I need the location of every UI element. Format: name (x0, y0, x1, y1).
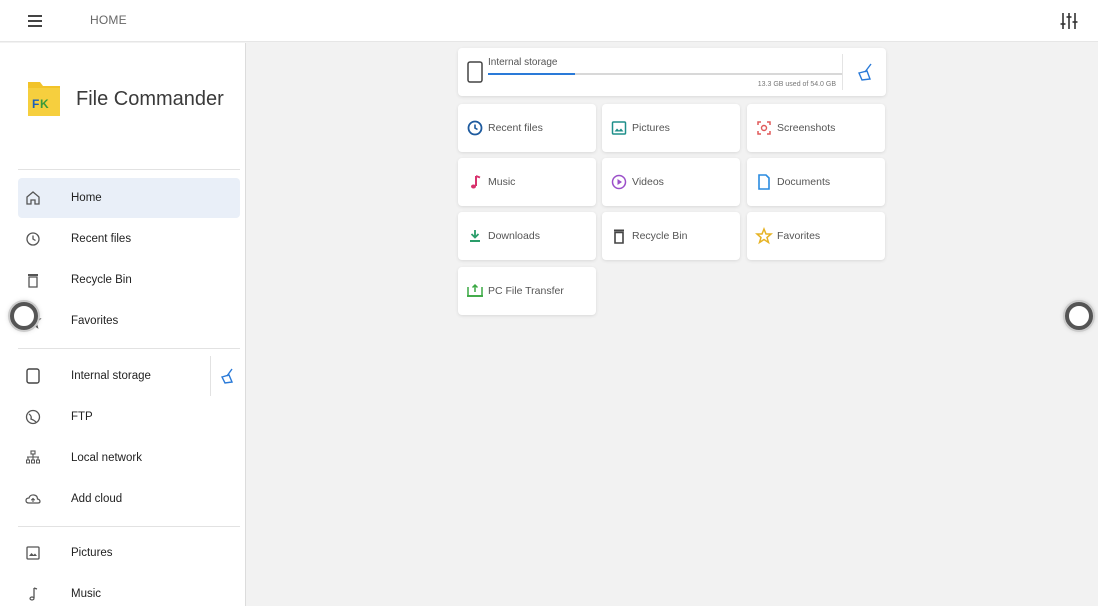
svg-text:F: F (32, 97, 39, 111)
download-icon (466, 227, 484, 245)
document-icon (755, 173, 773, 191)
tile-label: Screenshots (777, 122, 836, 134)
image-icon (24, 544, 42, 562)
divider (18, 348, 240, 349)
sidebar-item-label: Home (71, 192, 102, 204)
sidebar-item-label: Music (71, 588, 102, 600)
tile-label: Videos (632, 176, 664, 188)
clock-icon (24, 230, 42, 248)
sidebar-item-label: Local network (71, 452, 142, 464)
sidebar-item-ftp[interactable]: FTP (18, 397, 240, 437)
tablet-icon (466, 61, 484, 88)
navigation-drawer: F K File Commander Home Recent files Rec… (0, 43, 246, 606)
page-title: HOME (90, 13, 127, 27)
app-brand: F K File Commander (26, 78, 245, 118)
broom-icon (220, 368, 234, 384)
tile-label: Pictures (632, 122, 670, 134)
sidebar-item-home[interactable]: Home (18, 178, 240, 218)
filter-settings-icon[interactable] (1058, 10, 1080, 32)
globe-icon (24, 408, 42, 426)
star-icon (755, 226, 773, 245)
app-name: File Commander (76, 88, 224, 110)
tablet-icon (24, 367, 42, 385)
tile-videos[interactable]: Videos (602, 158, 740, 206)
tile-label: Downloads (488, 230, 540, 242)
sidebar-item-label: FTP (71, 411, 93, 423)
tile-pictures[interactable]: Pictures (602, 104, 740, 152)
divider (18, 526, 240, 527)
tile-label: Recent files (488, 122, 543, 134)
sidebar-item-label: Pictures (71, 547, 113, 559)
tile-recycle-bin[interactable]: Recycle Bin (602, 212, 740, 260)
sidebar-item-label: Add cloud (71, 493, 123, 505)
sidebar-item-label: Internal storage (71, 370, 151, 382)
screenshot-icon (755, 119, 773, 137)
file-commander-logo-icon: F K (26, 78, 62, 118)
pc-transfer-icon (466, 282, 484, 300)
sidebar-item-internal-storage[interactable]: Internal storage (18, 356, 240, 396)
sidebar-item-label: Recent files (71, 233, 132, 245)
sidebar-item-music[interactable]: Music (18, 574, 240, 606)
tile-documents[interactable]: Documents (747, 158, 885, 206)
sidebar-item-recycle-bin[interactable]: Recycle Bin (18, 260, 240, 300)
tile-label: Music (488, 176, 516, 188)
sidebar-item-recent-files[interactable]: Recent files (18, 219, 240, 259)
music-note-icon (24, 585, 42, 603)
clean-storage-button[interactable] (210, 356, 240, 396)
touch-indicator-right (1065, 302, 1093, 330)
play-circle-icon (610, 173, 628, 191)
divider (18, 169, 240, 170)
sidebar-item-label: Recycle Bin (71, 274, 132, 286)
storage-progress-bar (488, 73, 842, 75)
svg-text:K: K (40, 97, 49, 111)
tile-label: PC File Transfer (488, 285, 564, 297)
tile-pc-file-transfer[interactable]: PC File Transfer (458, 267, 596, 315)
sidebar-item-pictures[interactable]: Pictures (18, 533, 240, 573)
storage-progress-fill (488, 73, 576, 75)
trash-icon (610, 227, 628, 245)
clean-storage-button[interactable] (842, 54, 886, 90)
trash-icon (24, 271, 42, 289)
clock-icon (466, 119, 484, 137)
storage-title: Internal storage (488, 57, 558, 68)
tile-music[interactable]: Music (458, 158, 596, 206)
tile-downloads[interactable]: Downloads (458, 212, 596, 260)
network-icon (24, 449, 42, 467)
home-icon (24, 189, 42, 207)
sidebar-item-add-cloud[interactable]: Add cloud (18, 479, 240, 519)
tile-favorites[interactable]: Favorites (747, 212, 885, 260)
image-icon (610, 119, 628, 137)
tile-label: Recycle Bin (632, 230, 688, 242)
tile-screenshots[interactable]: Screenshots (747, 104, 885, 152)
sidebar-item-favorites[interactable]: Favorites (18, 301, 240, 341)
cloud-add-icon (24, 490, 42, 508)
tile-label: Favorites (777, 230, 821, 242)
top-app-bar: HOME (0, 0, 1098, 42)
tile-recent-files[interactable]: Recent files (458, 104, 596, 152)
storage-usage-text: 13.3 GB used of 54.0 GB (757, 81, 836, 88)
sidebar-item-label: Favorites (71, 315, 119, 327)
sidebar-item-local-network[interactable]: Local network (18, 438, 240, 478)
broom-icon (858, 63, 872, 81)
touch-indicator-left (10, 302, 38, 330)
tile-label: Documents (777, 176, 831, 188)
music-note-icon (466, 173, 484, 191)
internal-storage-card[interactable]: Internal storage 13.3 GB used of 54.0 GB (458, 48, 886, 96)
hamburger-menu-icon[interactable] (26, 11, 46, 31)
